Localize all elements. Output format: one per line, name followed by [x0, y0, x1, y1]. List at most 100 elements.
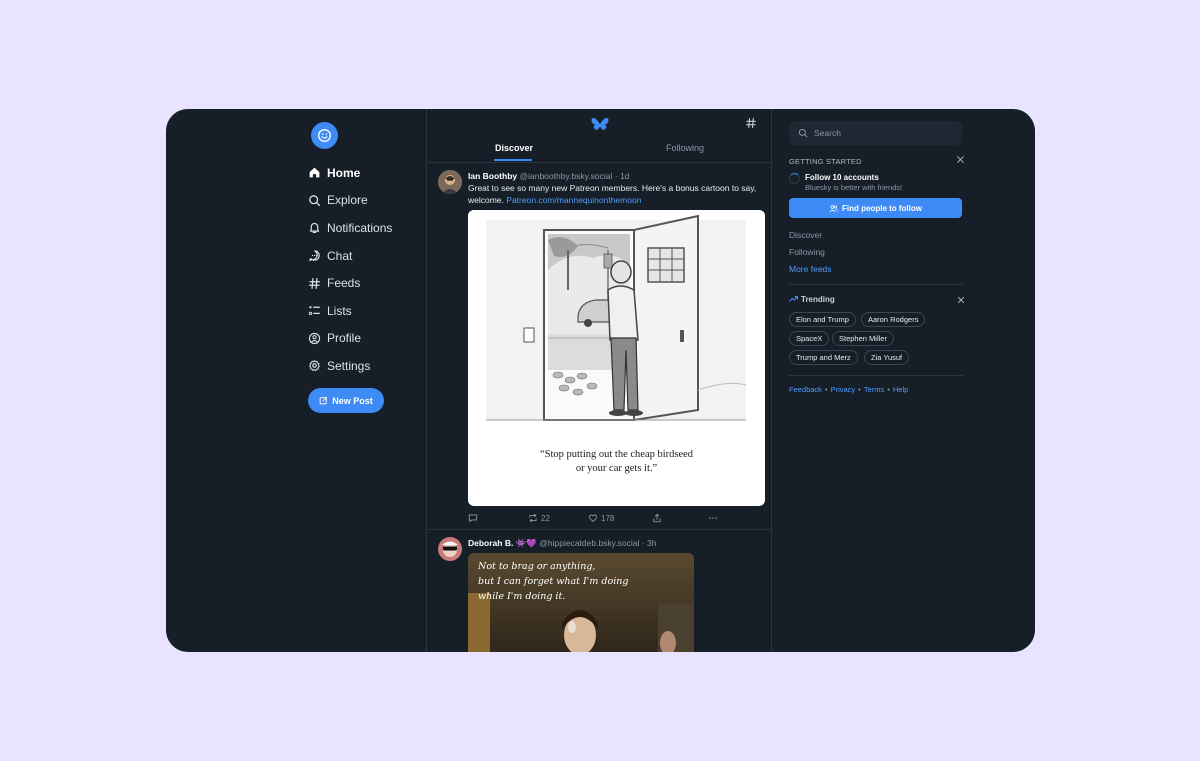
- trend-chip[interactable]: Elon and Trump: [789, 312, 856, 327]
- nav-item-profile[interactable]: Profile: [308, 325, 392, 353]
- search-input[interactable]: [814, 128, 954, 138]
- feed-header: Discover Following: [428, 109, 771, 163]
- user-avatar[interactable]: [311, 122, 338, 149]
- active-tab-indicator: [494, 159, 532, 161]
- search-icon: [798, 128, 808, 138]
- post-header: Ian Boothby @ianboothby.bsky.social · 1d: [468, 171, 630, 181]
- sidebar-link-following[interactable]: Following: [789, 247, 825, 257]
- trend-chip[interactable]: Trump and Merz: [789, 350, 858, 365]
- repost-count: 22: [541, 513, 550, 523]
- chat-icon: [309, 250, 320, 262]
- home-icon: [309, 167, 320, 178]
- author-name[interactable]: Deborah B. 👾💜: [468, 538, 537, 548]
- author-handle[interactable]: @hippiecatdeb.bsky.social: [539, 538, 639, 548]
- find-people-label: Find people to follow: [842, 203, 922, 213]
- getting-started-subtitle: Bluesky is better with friends!: [805, 183, 903, 192]
- sidebar-divider: [789, 375, 963, 376]
- search-icon: [309, 195, 321, 206]
- author-handle[interactable]: @ianboothby.bsky.social: [519, 171, 612, 181]
- profile-icon: [308, 332, 321, 344]
- nav-label-profile: Profile: [327, 331, 362, 346]
- nav-label-explore: Explore: [327, 193, 368, 208]
- footer-terms[interactable]: Terms: [864, 385, 884, 394]
- meme-line-3: while I'm doing it.: [478, 591, 566, 602]
- nav-item-settings[interactable]: Settings: [308, 352, 392, 380]
- sidebar-link-more-feeds[interactable]: More feeds: [789, 264, 832, 274]
- patreon-link[interactable]: Patreon.com/mannequinonthemoon: [506, 195, 641, 205]
- feeds-hash-button[interactable]: [745, 117, 757, 132]
- trend-chip[interactable]: SpaceX: [789, 331, 830, 346]
- post-deborah-b[interactable]: Deborah B. 👾💜 @hippiecatdeb.bsky.social …: [428, 530, 771, 652]
- tab-following[interactable]: Following: [666, 143, 704, 153]
- cartoon-image[interactable]: “Stop putting out the cheap birdseed or …: [468, 210, 765, 506]
- cartoon-drawing: [468, 210, 765, 440]
- left-nav: Home Explore Notifications Chat Feeds Li…: [166, 109, 427, 652]
- cartoon-caption: “Stop putting out the cheap birdseed or …: [468, 448, 765, 476]
- trending-header: Trending: [789, 295, 835, 304]
- nav-item-lists[interactable]: Lists: [308, 297, 392, 325]
- post-body: Great to see so many new Patreon members…: [468, 183, 764, 206]
- new-post-label: New Post: [332, 395, 373, 406]
- post-ian-boothby[interactable]: Ian Boothby @ianboothby.bsky.social · 1d…: [428, 164, 771, 529]
- sidebar-divider: [789, 284, 963, 285]
- nav-item-chat[interactable]: Chat: [308, 242, 392, 270]
- nav-label-lists: Lists: [327, 303, 352, 318]
- butterfly-icon: [591, 117, 609, 130]
- share-button[interactable]: [652, 513, 662, 523]
- like-button[interactable]: 178: [588, 513, 614, 523]
- avatar[interactable]: [438, 537, 462, 561]
- author-name[interactable]: Ian Boothby: [468, 171, 517, 181]
- new-post-button[interactable]: New Post: [308, 388, 384, 413]
- close-icon: [957, 156, 964, 163]
- author-photo: [438, 537, 462, 561]
- close-icon: [958, 297, 964, 303]
- nav-item-home[interactable]: Home: [308, 159, 392, 187]
- avatar[interactable]: [438, 170, 462, 194]
- right-sidebar: GETTING STARTED Follow 10 accounts Blues…: [773, 109, 1035, 652]
- more-button[interactable]: [708, 513, 718, 523]
- post-time: 1d: [619, 171, 630, 181]
- trend-chip[interactable]: Zia Yusuf: [864, 350, 910, 365]
- meme-line-1: Not to brag or anything,: [478, 561, 596, 572]
- nav-item-notifications[interactable]: Notifications: [308, 214, 392, 242]
- post-actions: 22 178: [468, 513, 718, 525]
- find-people-button[interactable]: Find people to follow: [789, 198, 962, 218]
- trend-chip[interactable]: Stephen Miller: [832, 331, 894, 346]
- compose-icon: [319, 396, 328, 405]
- getting-started-task: Follow 10 accounts: [805, 173, 879, 182]
- nav-item-explore[interactable]: Explore: [308, 187, 392, 215]
- getting-started-title: GETTING STARTED: [789, 157, 862, 166]
- footer-feedback[interactable]: Feedback: [789, 385, 822, 394]
- search-box[interactable]: [789, 121, 962, 145]
- people-icon: [829, 204, 838, 212]
- share-icon: [653, 513, 661, 523]
- post-time: 3h: [646, 538, 657, 548]
- author-photo: [438, 170, 462, 194]
- footer-help[interactable]: Help: [893, 385, 908, 394]
- caption-line-2: or your car gets it.”: [575, 463, 658, 474]
- reply-button[interactable]: [468, 513, 478, 523]
- close-trending-button[interactable]: [957, 296, 965, 307]
- nav-label-feeds: Feeds: [327, 276, 361, 291]
- repost-button[interactable]: 22: [528, 513, 550, 523]
- hash-icon: [309, 277, 320, 289]
- trend-chip[interactable]: Aaron Rodgers: [861, 312, 926, 327]
- trending-title: Trending: [801, 295, 835, 304]
- hash-icon: [745, 117, 757, 129]
- post-header: Deborah B. 👾💜 @hippiecatdeb.bsky.social …: [468, 538, 657, 548]
- footer-privacy[interactable]: Privacy: [831, 385, 856, 394]
- gear-icon: [309, 360, 320, 372]
- nav-label-chat: Chat: [327, 248, 353, 263]
- nav-item-feeds[interactable]: Feeds: [308, 269, 392, 297]
- nav-label-home: Home: [327, 165, 361, 180]
- close-getting-started-button[interactable]: [956, 155, 965, 167]
- meme-image[interactable]: Not to brag or anything, but I can forge…: [468, 553, 694, 652]
- repost-icon: [529, 513, 537, 523]
- meme-line-2: but I can forget what I'm doing: [478, 576, 629, 587]
- sidebar-link-discover[interactable]: Discover: [789, 230, 822, 240]
- tab-discover[interactable]: Discover: [495, 143, 533, 153]
- bluesky-logo[interactable]: [591, 117, 609, 138]
- feed-column: Discover Following Ian Boothby @ianbooth…: [428, 109, 772, 652]
- bell-icon: [309, 223, 320, 234]
- meme-caption: Not to brag or anything, but I can forge…: [478, 559, 688, 604]
